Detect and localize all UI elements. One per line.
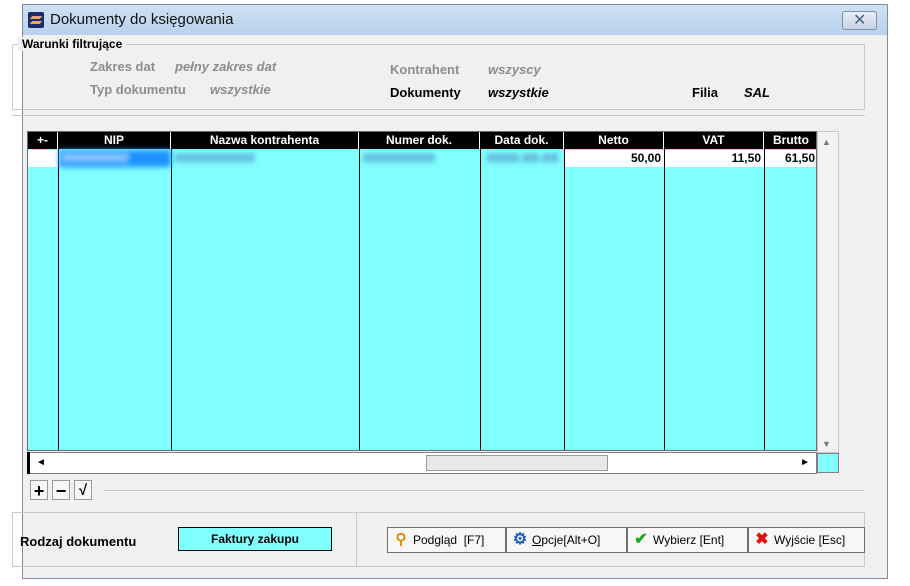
filter-group-title: Warunki filtrujące	[18, 37, 127, 51]
col-divider	[58, 149, 59, 450]
opcje-button[interactable]: ⚙ Opcje[Alt+O]	[506, 527, 627, 553]
col-header-vat[interactable]: VAT	[664, 132, 764, 149]
horizontal-scrollbar[interactable]: ◄ ►	[27, 452, 817, 474]
window-title: Dokumenty do księgowania	[50, 11, 234, 28]
row-brutto-cell[interactable]: 61,50	[765, 150, 816, 167]
title-bar: Dokumenty do księgowania ✕	[23, 5, 887, 35]
gear-icon: ⚙	[512, 531, 528, 548]
row-nazwa-cell[interactable]: XXXXXXXXXX	[172, 150, 359, 167]
filter-group	[12, 44, 865, 110]
close-button[interactable]: ✕	[842, 11, 877, 30]
col-header-mark[interactable]: +-	[28, 132, 58, 149]
close-icon: ✕	[853, 12, 867, 29]
wyjscie-label: Wyjście	[774, 533, 816, 547]
podglad-key: [F7]	[463, 533, 485, 547]
col-divider	[564, 149, 565, 450]
scroll-down-icon[interactable]: ▼	[822, 439, 831, 449]
wyjscie-key: [Esc]	[818, 533, 846, 547]
rodzaj-dokumentu-select[interactable]: Faktury zakupu	[178, 527, 332, 551]
col-header-netto[interactable]: Netto	[564, 132, 664, 149]
remove-row-button[interactable]: −	[52, 480, 70, 501]
filia-value: SAL	[744, 85, 770, 100]
opcje-label: pcje[Alt+O]	[541, 533, 601, 547]
documents-grid[interactable]: +- NIP Nazwa kontrahenta Numer dok. Data…	[27, 131, 817, 451]
col-header-brutto[interactable]: Brutto	[764, 132, 816, 149]
zakres-dat-label: Zakres dat	[90, 59, 156, 74]
separator	[12, 115, 865, 116]
search-icon: ⚲	[395, 531, 407, 548]
toolbar-separator	[104, 490, 864, 491]
confirm-row-button[interactable]: √	[74, 480, 92, 500]
table-row[interactable]: 0000000000 XXXXXXXXXX XXXXXXXXX XXXX-XX-…	[28, 150, 816, 167]
rodzaj-label: Rodzaj dokumentu	[20, 534, 137, 549]
col-header-nip[interactable]: NIP	[58, 132, 171, 149]
add-row-button[interactable]: +	[30, 480, 48, 501]
wybierz-key: [Ent]	[699, 533, 725, 547]
scroll-left-icon[interactable]: ◄	[36, 457, 46, 468]
col-divider	[480, 149, 481, 450]
kontrahent-label: Kontrahent	[390, 62, 460, 77]
kontrahent-value: wszyscy	[488, 62, 541, 77]
dokumenty-label: Dokumenty	[390, 85, 461, 100]
zakres-dat-value: pełny zakres dat	[175, 59, 277, 74]
wybierz-label: Wybierz	[653, 533, 697, 547]
app-icon	[28, 12, 44, 28]
scroll-thumb[interactable]	[426, 455, 608, 471]
wybierz-button[interactable]: ✔ Wybierz [Ent]	[627, 527, 748, 553]
row-nip-cell[interactable]: 0000000000	[59, 150, 171, 167]
grid-frame-mark	[27, 452, 30, 474]
col-divider	[171, 149, 172, 450]
col-divider	[664, 149, 665, 450]
col-divider	[359, 149, 360, 450]
podglad-button[interactable]: ⚲ Podgląd [F7]	[387, 527, 506, 553]
typ-dokumentu-label: Typ dokumentu	[90, 82, 186, 97]
row-numer-cell[interactable]: XXXXXXXXX	[360, 150, 480, 167]
filia-label: Filia	[692, 85, 719, 100]
wyjscie-button[interactable]: ✖ Wyjście [Esc]	[748, 527, 865, 553]
col-divider	[764, 149, 765, 450]
row-mark-cell[interactable]	[28, 150, 58, 167]
scroll-corner	[817, 453, 839, 473]
col-header-numer[interactable]: Numer dok.	[359, 132, 480, 149]
row-vat-cell[interactable]: 11,50	[665, 150, 764, 167]
scroll-right-icon[interactable]: ►	[800, 457, 810, 468]
row-netto-cell[interactable]: 50,00	[565, 150, 664, 167]
x-icon: ✖	[755, 531, 769, 548]
col-header-nazwa[interactable]: Nazwa kontrahenta	[171, 132, 359, 149]
grid-header: +- NIP Nazwa kontrahenta Numer dok. Data…	[28, 132, 816, 149]
opcje-mnemonic: O	[532, 533, 542, 547]
podglad-label: Podgląd	[413, 533, 458, 547]
checkmark-icon: ✔	[634, 531, 648, 548]
scroll-up-icon[interactable]: ▲	[822, 137, 831, 147]
dokumenty-value: wszystkie	[488, 85, 549, 100]
row-data-cell[interactable]: XXXX-XX-XX	[481, 150, 564, 167]
typ-dokumentu-value: wszystkie	[210, 82, 271, 97]
vertical-scrollbar[interactable]: ▲ ▼	[817, 131, 839, 453]
col-header-data[interactable]: Data dok.	[480, 132, 564, 149]
